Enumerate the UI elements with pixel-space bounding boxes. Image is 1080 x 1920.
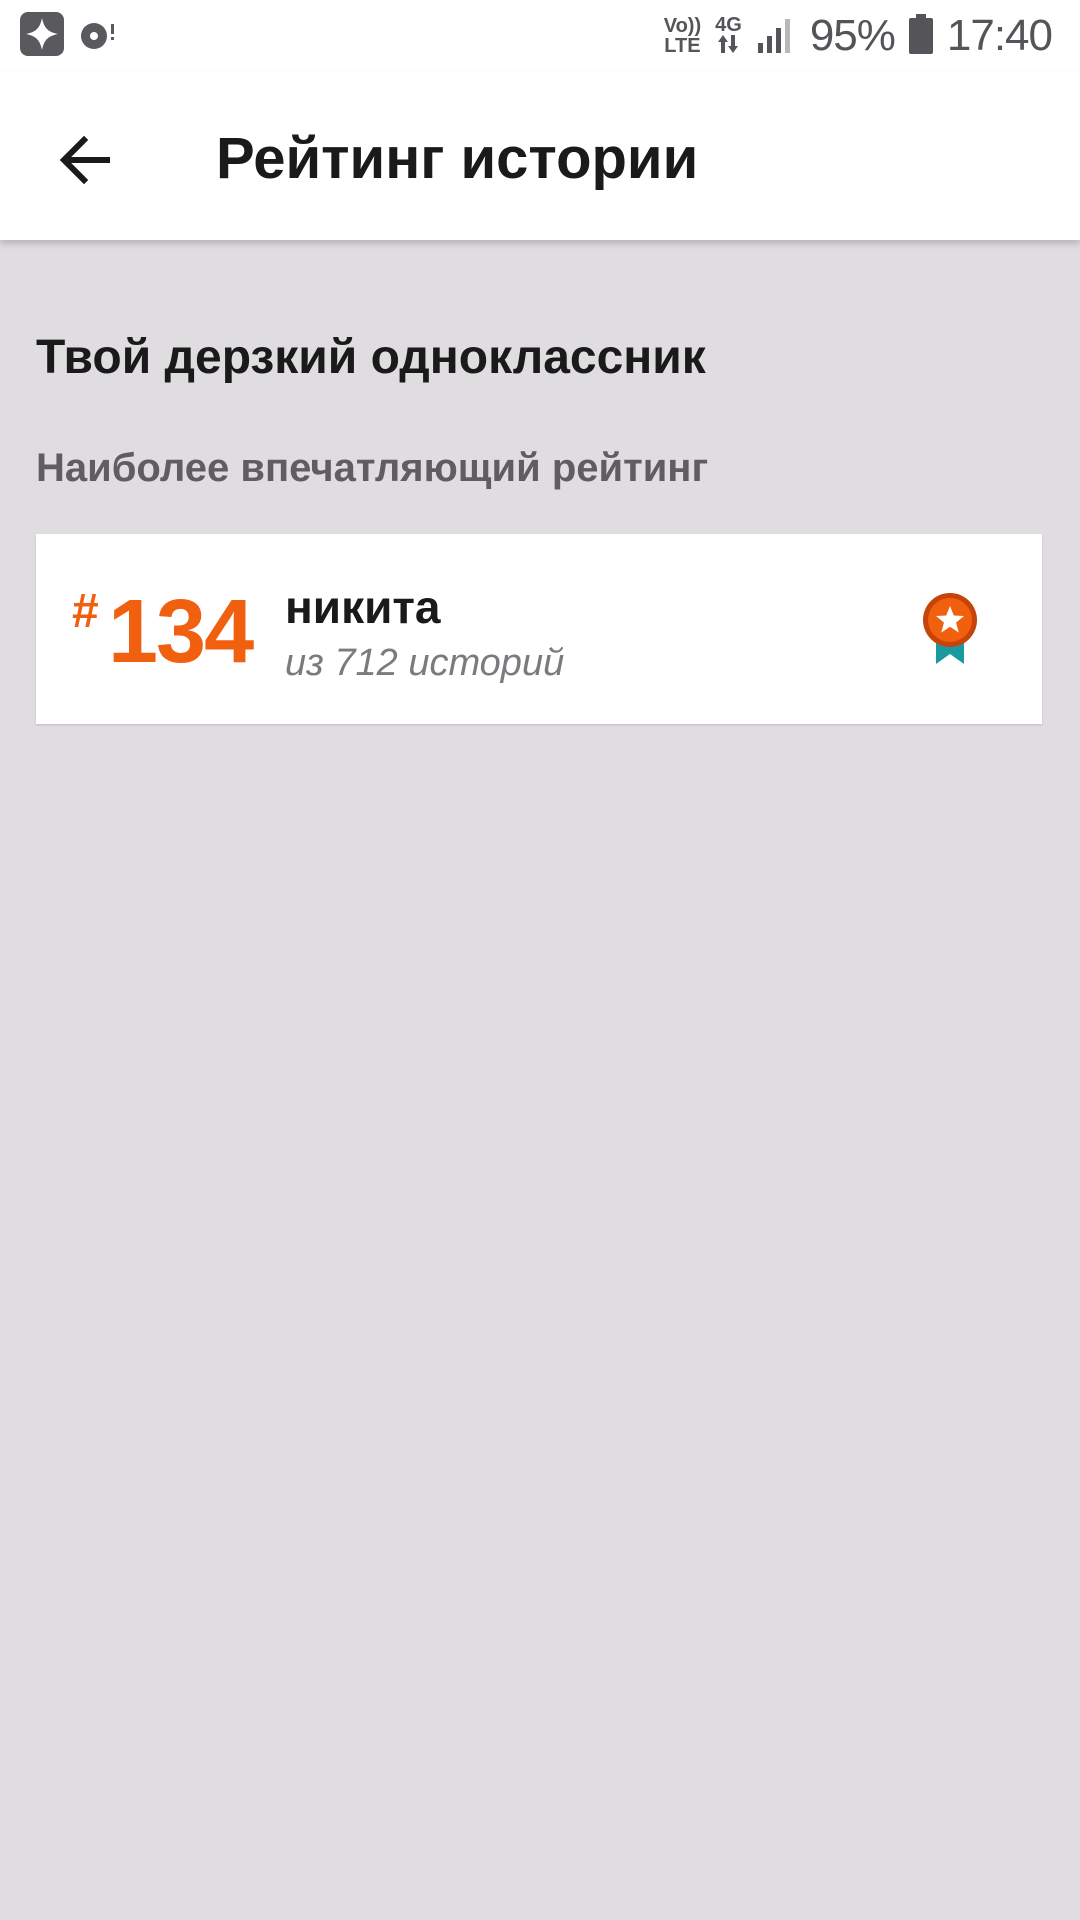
page-title: Рейтинг истории (216, 126, 699, 191)
battery-percent: 95% (809, 11, 896, 60)
user-name: никита (285, 581, 441, 633)
data-arrows-icon (717, 35, 739, 57)
rating-card[interactable]: # 134 никита из 712 историй (36, 534, 1042, 724)
battery-icon (908, 13, 933, 59)
arrow-left-icon (59, 135, 112, 189)
rank-number: 134 (108, 582, 254, 682)
clock: 17:40 (946, 11, 1053, 60)
back-button[interactable] (46, 122, 126, 202)
status-bar: Vo)) LTE 4G 95% 17:40 (0, 0, 1080, 72)
medal-star-icon (922, 592, 978, 666)
network-type-label: 4G (715, 14, 742, 36)
section-title: Наиболее впечатляющий рейтинг (36, 446, 709, 490)
app-toolbar: Рейтинг истории (0, 72, 1080, 240)
notification-icons (20, 12, 118, 61)
volte-indicator: Vo)) LTE (664, 16, 701, 56)
sync-notification-icon (78, 14, 118, 59)
system-status: Vo)) LTE 4G 95% 17:40 (664, 0, 1053, 72)
network-indicator: 4G (715, 15, 742, 57)
rank-hash: # (72, 585, 99, 638)
app-notification-icon (20, 12, 64, 61)
volte-top-label: Vo)) (663, 15, 702, 37)
story-title: Твой дерзкий одноклассник (36, 331, 706, 384)
rank-total: из 712 историй (285, 642, 565, 684)
volte-bottom-label: LTE (664, 35, 701, 57)
signal-icon (756, 15, 796, 58)
